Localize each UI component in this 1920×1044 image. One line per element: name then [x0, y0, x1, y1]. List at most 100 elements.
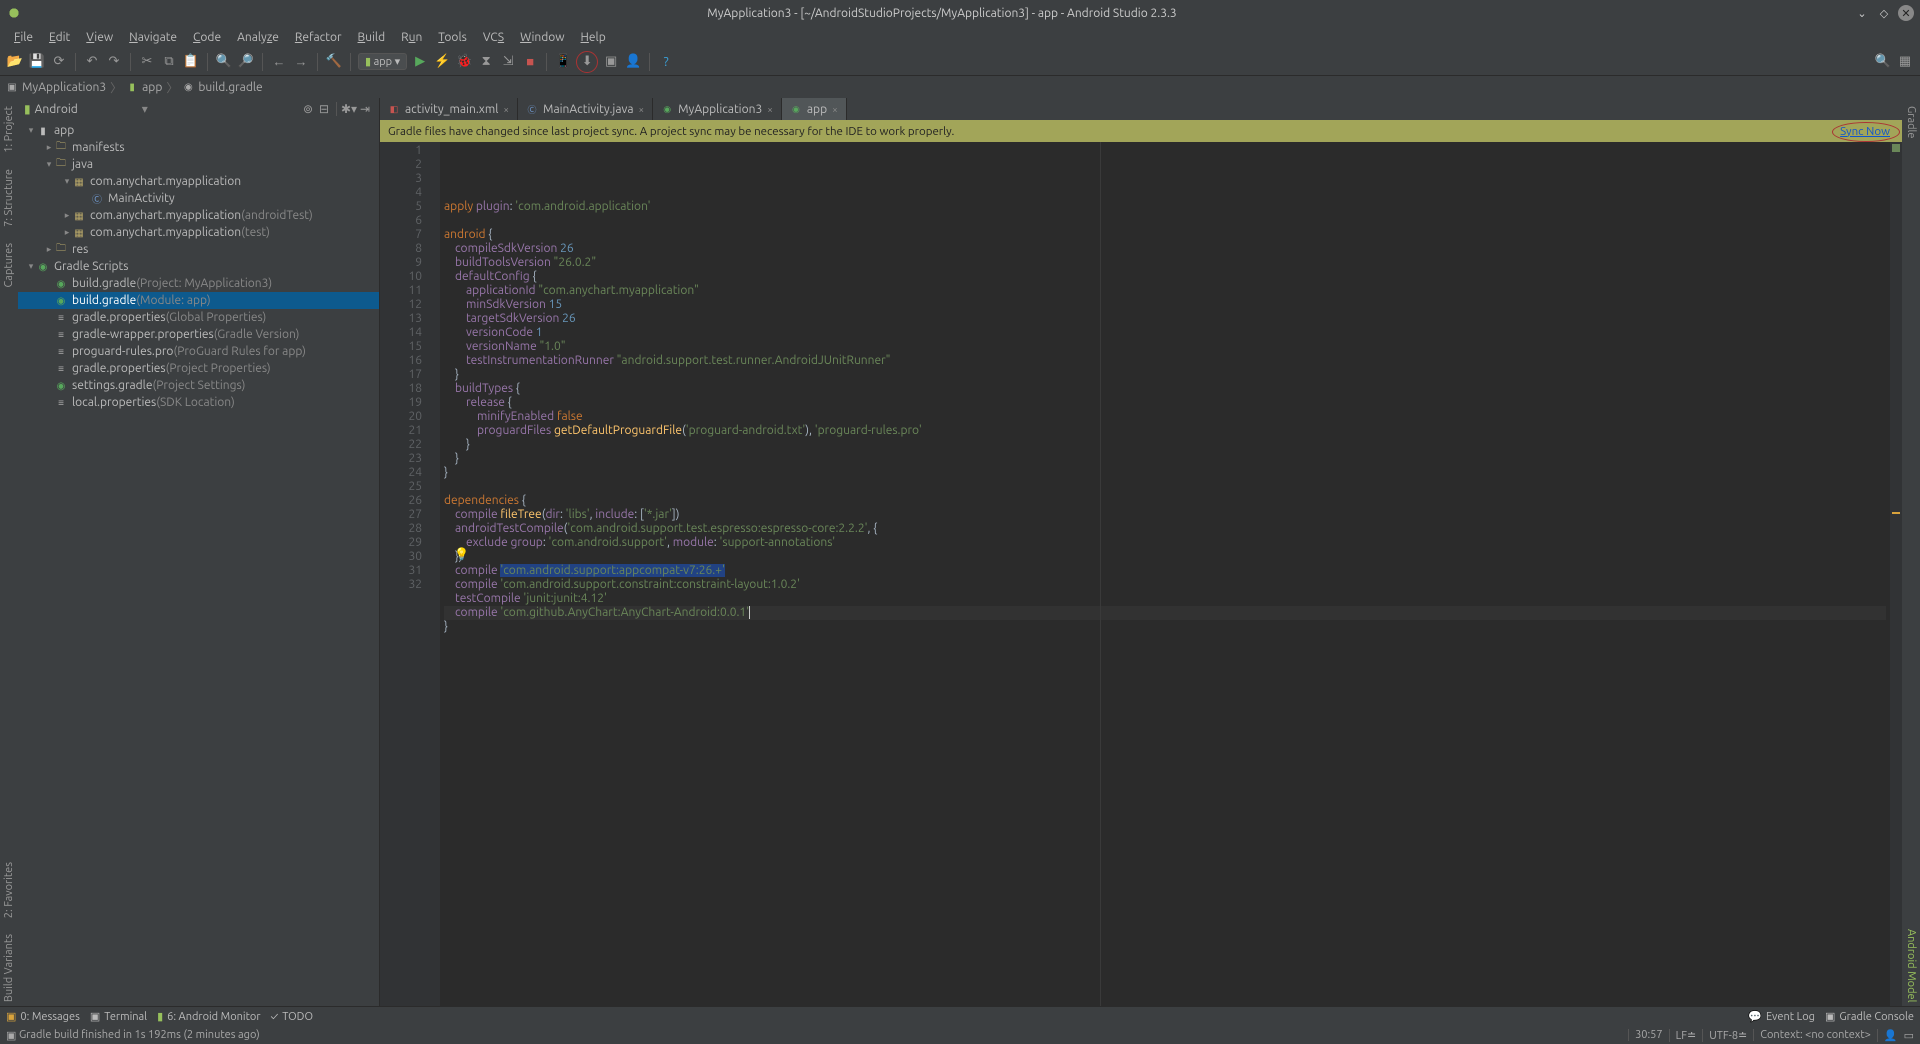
tab-messages[interactable]: ▣0: Messages	[6, 1010, 80, 1023]
run-config-dropdown[interactable]: ▮ app ▾	[358, 53, 407, 70]
tree-item[interactable]: ▾◉Gradle Scripts	[18, 258, 379, 275]
tab-event-log[interactable]: 💬Event Log	[1748, 1010, 1815, 1023]
tree-item[interactable]: ▸▦com.anychart.myapplication (androidTes…	[18, 207, 379, 224]
code-area[interactable]: 1234567891011121314151617181920212223242…	[380, 142, 1902, 1006]
menu-refactor[interactable]: Refactor	[287, 29, 350, 46]
forward-icon[interactable]: →	[292, 53, 310, 71]
scroll-from-source-icon[interactable]: ⊚	[300, 101, 316, 117]
settings-icon[interactable]: ▦	[1896, 53, 1914, 71]
tree-item[interactable]: ▾🗀java	[18, 156, 379, 173]
menu-vcs[interactable]: VCS	[475, 29, 512, 46]
gutter-project[interactable]: 1: Project	[1, 102, 17, 157]
tree-item[interactable]: ◉build.gradle (Module: app)	[18, 292, 379, 309]
sync-now-link[interactable]: Sync Now	[1836, 124, 1894, 139]
tree-item[interactable]: ◉settings.gradle (Project Settings)	[18, 377, 379, 394]
close-tab-icon[interactable]: ×	[503, 104, 509, 115]
menu-run[interactable]: Run	[393, 29, 430, 46]
structure-icon[interactable]: 👤	[624, 53, 642, 71]
editor-tab[interactable]: ◧activity_main.xml×	[380, 98, 518, 120]
maximize-button[interactable]: ◇	[1876, 5, 1892, 21]
tree-item[interactable]: ▾▦com.anychart.myapplication	[18, 173, 379, 190]
menu-help[interactable]: Help	[573, 29, 614, 46]
encoding[interactable]: UTF-8≐	[1702, 1029, 1753, 1042]
paste-icon[interactable]: 📋	[182, 53, 200, 71]
hector-icon[interactable]: 👤	[1877, 1029, 1904, 1042]
save-icon[interactable]: 💾	[28, 53, 46, 71]
tab-android-monitor[interactable]: ▮6: Android Monitor	[157, 1010, 260, 1023]
breadcrumb-module[interactable]: ▮app	[126, 81, 162, 94]
gutter-captures[interactable]: Captures	[1, 239, 17, 291]
tree-item[interactable]: ≡gradle.properties (Global Properties)	[18, 309, 379, 326]
context[interactable]: Context: <no context>	[1753, 1029, 1877, 1041]
menu-analyze[interactable]: Analyze	[229, 29, 287, 46]
tree-item[interactable]: ▸🗀manifests	[18, 139, 379, 156]
tree-item[interactable]: ≡proguard-rules.pro (ProGuard Rules for …	[18, 343, 379, 360]
project-tree[interactable]: ▾▮app▸🗀manifests▾🗀java▾▦com.anychart.mya…	[18, 120, 379, 1006]
intention-bulb-icon[interactable]: 💡	[454, 548, 469, 562]
find-icon[interactable]: 🔍	[215, 53, 233, 71]
tree-item[interactable]: ≡local.properties (SDK Location)	[18, 394, 379, 411]
tree-item[interactable]: ≡gradle.properties (Project Properties)	[18, 360, 379, 377]
make-icon[interactable]: 🔨	[325, 53, 343, 71]
caret-position[interactable]: 30:57	[1628, 1029, 1669, 1041]
tree-item[interactable]: ▾▮app	[18, 122, 379, 139]
close-tab-icon[interactable]: ×	[832, 104, 838, 115]
avd-icon[interactable]: 📱	[554, 53, 572, 71]
editor-tab[interactable]: ◉app×	[782, 98, 847, 120]
project-view-dropdown[interactable]: ▮ Android ▾	[24, 102, 148, 116]
editor-tab[interactable]: ⒸMainActivity.java×	[518, 98, 653, 120]
run-icon[interactable]: ▶	[411, 53, 429, 71]
code-text[interactable]: 💡 apply plugin: 'com.android.application…	[440, 142, 1890, 1006]
close-tab-icon[interactable]: ×	[767, 104, 773, 115]
warning-mark[interactable]	[1892, 512, 1900, 514]
tree-item[interactable]: ▸▦com.anychart.myapplication (test)	[18, 224, 379, 241]
debug-icon[interactable]: 🐞	[455, 53, 473, 71]
menu-tools[interactable]: Tools	[430, 29, 475, 46]
close-tab-icon[interactable]: ×	[638, 104, 644, 115]
tree-item[interactable]: ⒸMainActivity	[18, 190, 379, 207]
collapse-all-icon[interactable]: ⊟	[316, 101, 332, 117]
gutter-favorites[interactable]: 2: Favorites	[1, 858, 17, 922]
line-separator[interactable]: LF≐	[1669, 1029, 1703, 1042]
hide-icon[interactable]: ⇥	[357, 101, 373, 117]
cut-icon[interactable]: ✂	[138, 53, 156, 71]
replace-icon[interactable]: 🔎	[237, 53, 255, 71]
tab-gradle-console[interactable]: ▣Gradle Console	[1825, 1010, 1914, 1023]
close-button[interactable]: ✕	[1898, 5, 1914, 21]
menu-window[interactable]: Window	[512, 29, 572, 46]
error-stripe[interactable]	[1890, 142, 1902, 1006]
layout-inspector-icon[interactable]: ▣	[602, 53, 620, 71]
memory-icon[interactable]: ▭	[1904, 1029, 1914, 1042]
gutter-android-model[interactable]: Android Model	[1903, 925, 1919, 1006]
minimize-button[interactable]: ⌄	[1854, 5, 1870, 21]
status-icon[interactable]: ▣	[6, 1029, 16, 1042]
editor-tab[interactable]: ◉MyApplication3×	[653, 98, 782, 120]
back-icon[interactable]: ←	[270, 53, 288, 71]
menu-file[interactable]: File	[6, 29, 41, 46]
profile-icon[interactable]: ⧗	[477, 53, 495, 71]
menu-navigate[interactable]: Navigate	[121, 29, 185, 46]
sync-icon[interactable]: ⟳	[50, 53, 68, 71]
search-everywhere-icon[interactable]: 🔍	[1874, 53, 1892, 71]
menu-view[interactable]: View	[78, 29, 121, 46]
breadcrumb-project[interactable]: ▣MyApplication3	[6, 81, 106, 94]
settings-icon[interactable]: ✱▾	[341, 101, 357, 117]
stop-icon[interactable]: ■	[521, 53, 539, 71]
menu-build[interactable]: Build	[350, 29, 394, 46]
sdk-manager-icon[interactable]: ⬇	[576, 51, 598, 73]
tab-todo[interactable]: ✓TODO	[271, 1011, 314, 1023]
gutter-build-variants[interactable]: Build Variants	[1, 930, 17, 1006]
apply-changes-icon[interactable]: ⚡	[433, 53, 451, 71]
breadcrumb-file[interactable]: ◉build.gradle	[182, 81, 262, 94]
tab-terminal[interactable]: ▣Terminal	[90, 1010, 147, 1023]
help-icon[interactable]: ?	[657, 53, 675, 71]
gutter-structure[interactable]: 7: Structure	[1, 165, 17, 231]
menu-code[interactable]: Code	[185, 29, 229, 46]
copy-icon[interactable]: ⧉	[160, 53, 178, 71]
undo-icon[interactable]: ↶	[83, 53, 101, 71]
menu-edit[interactable]: Edit	[41, 29, 78, 46]
tree-item[interactable]: ≡gradle-wrapper.properties (Gradle Versi…	[18, 326, 379, 343]
gutter-gradle[interactable]: Gradle	[1903, 102, 1919, 143]
tree-item[interactable]: ▸🗀res	[18, 241, 379, 258]
redo-icon[interactable]: ↷	[105, 53, 123, 71]
